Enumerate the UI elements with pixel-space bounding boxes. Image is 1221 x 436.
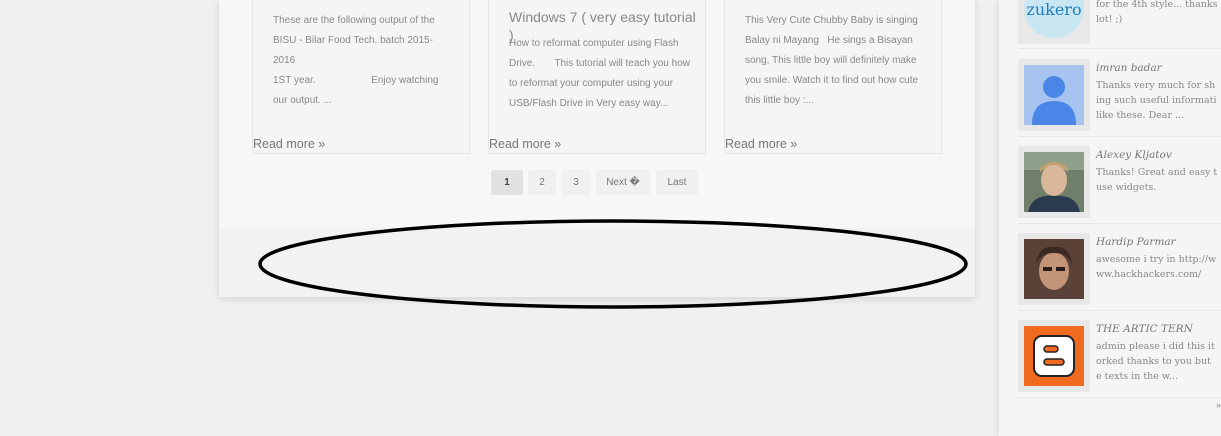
comment-item: Hardip Parmar awesome i try in http://w …	[1018, 233, 1221, 307]
comment-author[interactable]: Alexey Kljatov	[1096, 149, 1172, 161]
avatar[interactable]: zukero	[1018, 0, 1090, 44]
comment-divider	[1018, 310, 1221, 311]
avatar[interactable]	[1018, 320, 1090, 392]
comment-text: admin please i did this it orked thanks …	[1096, 341, 1215, 382]
zukero-logo-text: zukero	[1026, 0, 1081, 19]
avatar[interactable]	[1018, 59, 1090, 131]
last-page-button[interactable]: Last	[656, 170, 698, 195]
post-excerpt: These are the following output of the BI…	[273, 15, 439, 106]
comment-item: THE ARTIC TERN admin please i did this i…	[1018, 320, 1221, 394]
comment-item: zukero love all of them... I decid for t…	[1018, 0, 1221, 46]
post-card: This Very Cute Chubby Baby is singing Ba…	[724, 0, 942, 154]
comment-text: awesome i try in http://w ww.hackhackers…	[1096, 254, 1217, 280]
comment-author[interactable]: THE ARTIC TERN	[1096, 323, 1193, 335]
comment-divider	[1018, 223, 1221, 224]
read-more-link[interactable]: Read more »	[725, 136, 797, 152]
default-user-icon	[1024, 65, 1084, 125]
read-more-link[interactable]: Read more »	[253, 136, 325, 152]
read-more-link[interactable]: Read more »	[489, 136, 561, 152]
comment-item: imran badar Thanks very much for sh ing …	[1018, 59, 1221, 133]
comment-divider	[1018, 136, 1221, 137]
comment-text: Thanks very much for sh ing such useful …	[1096, 80, 1217, 121]
comment-divider	[1018, 397, 1221, 398]
page-1-button[interactable]: 1	[491, 170, 523, 195]
main-content-panel: These are the following output of the BI…	[219, 0, 975, 297]
comment-divider	[1018, 48, 1221, 49]
post-excerpt: This Very Cute Chubby Baby is singing Ba…	[745, 15, 919, 106]
comment-author[interactable]: imran badar	[1096, 62, 1162, 74]
blogger-icon	[1024, 326, 1084, 386]
comment-text: love all of them... I decid for the 4th …	[1096, 0, 1218, 25]
post-card: These are the following output of the BI…	[252, 0, 470, 154]
user-photo-icon	[1024, 239, 1084, 299]
page-2-button[interactable]: 2	[528, 170, 556, 195]
zukero-logo-icon: zukero	[1024, 0, 1084, 38]
comment-author[interactable]: Hardip Parmar	[1096, 236, 1176, 248]
post-card: Windows 7 ( very easy tutorial ) How to …	[488, 0, 706, 154]
recent-comments-sidebar: zukero love all of them... I decid for t…	[999, 0, 1221, 436]
next-page-button[interactable]: Next �	[596, 170, 650, 195]
avatar[interactable]	[1018, 146, 1090, 218]
user-photo-icon	[1024, 152, 1084, 212]
page-3-button[interactable]: 3	[562, 170, 590, 195]
post-excerpt: How to reformat computer using Flash Dri…	[509, 38, 690, 109]
comment-item: Alexey Kljatov Thanks! Great and easy t …	[1018, 146, 1221, 220]
comment-text: Thanks! Great and easy t use widgets.	[1096, 167, 1218, 193]
main-footer	[219, 228, 975, 297]
more-comments-link[interactable]: »	[1216, 400, 1221, 410]
avatar[interactable]	[1018, 233, 1090, 305]
